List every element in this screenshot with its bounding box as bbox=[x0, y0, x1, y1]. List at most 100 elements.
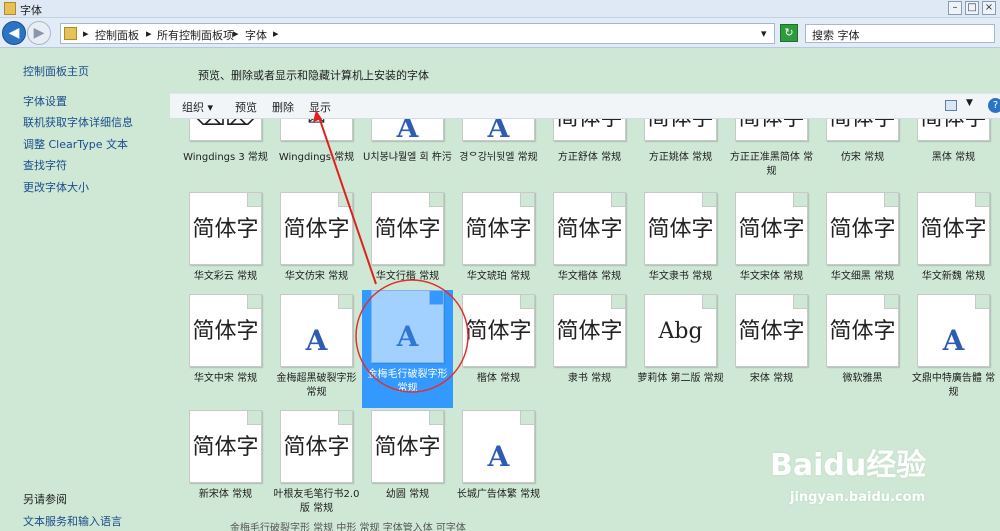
baidu-watermark-url: jingyan.baidu.com bbox=[790, 490, 926, 505]
baidu-watermark-logo: Baidu经验 bbox=[770, 448, 927, 483]
chevron-down-icon[interactable]: ▼ bbox=[966, 98, 973, 108]
font-preview: A bbox=[462, 410, 535, 483]
font-preview: 简体字 bbox=[917, 192, 990, 265]
partial-next-row: 金梅毛行破裂字形 常规 中形 常规 字体管入体 可字体 bbox=[230, 523, 466, 531]
font-preview: ⌫⌦ bbox=[189, 119, 262, 141]
sidebar-link-text-services[interactable]: 文本服务和输入语言 bbox=[23, 513, 122, 529]
preview-button[interactable]: 预览 bbox=[235, 99, 257, 115]
font-label: 宋体 常规 bbox=[749, 373, 794, 384]
font-label: ᑌ치봉냐뭘엘 회 杵污 bbox=[363, 152, 452, 163]
address-field[interactable]: ▸ 控制面板 ▸ 所有控制面板项 ▸ 字体 ▸ ▾ bbox=[60, 23, 775, 44]
folder-icon bbox=[64, 27, 77, 40]
organize-button[interactable]: 组织 ▾ bbox=[182, 99, 213, 115]
font-tile[interactable]: 简体字 隶书 常规 bbox=[544, 294, 635, 412]
font-tile[interactable]: 简体字 华文中宋 常规 bbox=[180, 294, 271, 412]
font-tile[interactable]: 简体字 华文琥珀 常规 bbox=[453, 192, 544, 310]
font-label: 华文彩云 常规 bbox=[193, 271, 258, 282]
font-label: 隶书 常规 bbox=[567, 373, 612, 384]
font-label: 华文仿宋 常规 bbox=[284, 271, 349, 282]
font-label: 长城广告体繁 常规 bbox=[456, 489, 541, 500]
folder-icon bbox=[4, 2, 16, 15]
font-label: 微软雅黑 bbox=[842, 373, 883, 384]
font-tile[interactable]: 简体字 幼圆 常规 bbox=[362, 410, 453, 528]
font-label: 경ᄋ강뉘뒷엘 常规 bbox=[459, 152, 538, 163]
search-input[interactable]: 搜索 字体 bbox=[805, 24, 995, 43]
address-bar-region: ◀ ▶ ▸ 控制面板 ▸ 所有控制面板项 ▸ 字体 ▸ ▾ ↻ 搜索 字体 bbox=[0, 18, 1000, 48]
font-preview: A bbox=[280, 294, 353, 367]
font-label: 仿宋 常规 bbox=[840, 152, 885, 163]
refresh-icon[interactable]: ↻ bbox=[780, 24, 798, 42]
font-preview: 简体字 bbox=[553, 119, 626, 141]
maximize-button[interactable]: □ bbox=[965, 1, 979, 15]
breadcrumb-separator[interactable]: ▸ bbox=[233, 27, 239, 40]
sidebar: 控制面板主页 字体设置 联机获取字体详细信息 调整 ClearType 文本 查… bbox=[0, 48, 170, 531]
font-tile[interactable]: 简体字华文仿宋 常规 bbox=[271, 192, 362, 310]
font-label: 金梅超黑破裂字形 常规 bbox=[276, 373, 357, 398]
font-tile[interactable]: 简体字 华文新魏 常规 bbox=[908, 192, 999, 310]
font-label: 新宋体 常规 bbox=[198, 489, 253, 500]
font-tile[interactable]: 简体字 华文楷体 常规 bbox=[544, 192, 635, 310]
font-tile[interactable]: A 长城广告体繁 常规 bbox=[453, 410, 544, 528]
font-tile[interactable]: A 文鼎中特廣告體 常规 bbox=[908, 294, 999, 412]
breadcrumb-separator[interactable]: ▸ bbox=[146, 27, 152, 40]
font-tile[interactable]: 简体字叶根友毛笔行书2.0版 常规 bbox=[271, 410, 362, 528]
font-tile-selected[interactable]: A 金梅毛行破裂字形 常规 bbox=[362, 290, 453, 408]
font-preview: 简体字 bbox=[644, 192, 717, 265]
font-preview: 简体字 bbox=[280, 192, 353, 265]
font-preview: ✉ bbox=[280, 119, 353, 141]
help-icon[interactable]: ? bbox=[988, 98, 1000, 113]
font-preview: 简体字 bbox=[371, 192, 444, 265]
font-preview: 简体字 bbox=[462, 294, 535, 367]
font-label: 叶根友毛笔行书2.0版 常规 bbox=[273, 489, 360, 514]
font-preview: A bbox=[371, 119, 444, 141]
sidebar-link-cleartype[interactable]: 调整 ClearType 文本 bbox=[23, 136, 128, 152]
font-tile[interactable]: 简体字 楷体 常规 bbox=[453, 294, 544, 412]
font-preview: 简体字 bbox=[189, 192, 262, 265]
font-label: 华文琥珀 常规 bbox=[466, 271, 531, 282]
font-preview: 简体字 bbox=[826, 119, 899, 141]
delete-button[interactable]: 删除 bbox=[272, 99, 294, 115]
chevron-down-icon[interactable]: ▾ bbox=[761, 27, 767, 40]
font-preview: 简体字 bbox=[735, 294, 808, 367]
show-button[interactable]: 显示 bbox=[309, 99, 331, 115]
font-label: Wingdings 3 常规 bbox=[183, 152, 268, 163]
sidebar-link-font-size[interactable]: 更改字体大小 bbox=[23, 179, 89, 195]
breadcrumb-fonts[interactable]: 字体 bbox=[245, 27, 267, 43]
window-title: 字体 bbox=[20, 4, 42, 17]
font-preview: 简体字 bbox=[280, 410, 353, 483]
breadcrumb-separator[interactable]: ▸ bbox=[273, 27, 279, 40]
font-preview: 简体字 bbox=[735, 119, 808, 141]
font-preview: 简体字 bbox=[826, 294, 899, 367]
sidebar-link-control-panel-home[interactable]: 控制面板主页 bbox=[23, 63, 89, 79]
font-tile[interactable]: Abg 萝莉体 第二版 常规 bbox=[635, 294, 726, 412]
sidebar-link-find-char[interactable]: 查找字符 bbox=[23, 157, 67, 173]
font-preview: 简体字 bbox=[553, 294, 626, 367]
font-label: 萝莉体 第二版 常规 bbox=[637, 373, 724, 384]
sidebar-link-online-info[interactable]: 联机获取字体详细信息 bbox=[23, 114, 133, 130]
font-tile[interactable]: 简体字 宋体 常规 bbox=[726, 294, 817, 412]
breadcrumb-separator[interactable]: ▸ bbox=[83, 27, 89, 40]
font-label: 楷体 常规 bbox=[476, 373, 521, 384]
font-tile[interactable]: A 金梅超黑破裂字形 常规 bbox=[271, 294, 362, 412]
view-icon[interactable] bbox=[945, 100, 957, 111]
font-tile[interactable]: 简体字华文彩云 常规 bbox=[180, 192, 271, 310]
breadcrumb-all-items[interactable]: 所有控制面板项 bbox=[157, 27, 234, 43]
sidebar-link-font-settings[interactable]: 字体设置 bbox=[23, 93, 67, 109]
close-button[interactable]: × bbox=[982, 1, 996, 15]
font-tile[interactable]: 简体字 华文隶书 常规 bbox=[635, 192, 726, 310]
font-tile[interactable]: 简体字 华文细黑 常规 bbox=[817, 192, 908, 310]
font-preview: 简体字 bbox=[735, 192, 808, 265]
minimize-button[interactable]: – bbox=[948, 1, 962, 15]
font-tile[interactable]: 简体字 微软雅黑 bbox=[817, 294, 908, 412]
breadcrumb-control-panel[interactable]: 控制面板 bbox=[95, 27, 139, 43]
font-label: 华文细黑 常规 bbox=[830, 271, 895, 282]
font-tile[interactable]: 简体字 新宋体 常规 bbox=[180, 410, 271, 528]
font-tile[interactable]: 简体字 华文宋体 常规 bbox=[726, 192, 817, 310]
forward-button[interactable]: ▶ bbox=[27, 21, 51, 45]
font-label: 华文中宋 常规 bbox=[193, 373, 258, 384]
back-button[interactable]: ◀ bbox=[2, 21, 26, 45]
font-label: 金梅毛行破裂字形 常规 bbox=[367, 369, 448, 394]
font-preview: 简体字 bbox=[553, 192, 626, 265]
font-label: 幼圆 常规 bbox=[385, 489, 430, 500]
font-label: 方正正准黑简体 常规 bbox=[729, 152, 814, 177]
